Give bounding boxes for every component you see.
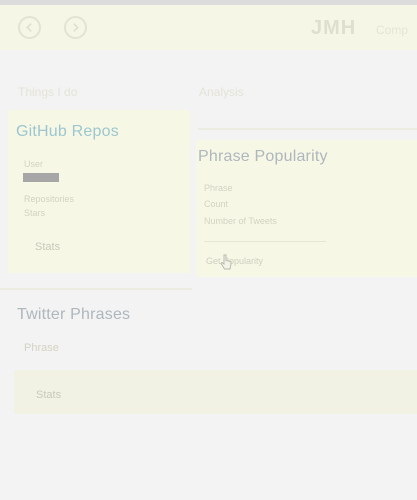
github-title: GitHub Repos bbox=[16, 123, 119, 140]
pointer-cursor-icon bbox=[218, 254, 234, 277]
github-stats-button[interactable]: Stats bbox=[35, 241, 60, 253]
get-popularity-button[interactable]: Get Popularity bbox=[206, 256, 263, 266]
count-label: Count bbox=[204, 199, 229, 209]
repositories-label: Repositories bbox=[24, 194, 75, 204]
popularity-input[interactable] bbox=[204, 235, 326, 242]
forward-button[interactable] bbox=[64, 16, 87, 39]
twitter-actions: Stats bbox=[14, 370, 417, 414]
stars-label: Stars bbox=[24, 208, 46, 218]
back-arrow-icon bbox=[26, 23, 32, 32]
twitter-stats-button[interactable]: Stats bbox=[36, 389, 61, 401]
section-label-right: Analysis bbox=[199, 85, 244, 99]
tweets-label: Number of Tweets bbox=[204, 216, 277, 226]
user-input[interactable] bbox=[23, 173, 59, 182]
left-divider bbox=[0, 288, 192, 290]
phrase-field-label: Phrase bbox=[204, 183, 233, 193]
back-button[interactable] bbox=[18, 16, 41, 39]
forward-arrow-icon bbox=[73, 23, 79, 32]
get-popularity-label: Get Popularity bbox=[206, 256, 264, 266]
phrase-label: Phrase bbox=[24, 342, 59, 354]
top-bar: JMH Comp bbox=[0, 5, 417, 50]
twitter-title: Twitter Phrases bbox=[17, 306, 131, 323]
popularity-title: Phrase Popularity bbox=[198, 148, 328, 165]
popularity-panel: Phrase Popularity Phrase Count Number of… bbox=[196, 140, 417, 277]
section-label-left: Things I do bbox=[18, 85, 78, 99]
right-divider bbox=[198, 128, 417, 130]
nav-link[interactable]: Comp bbox=[376, 23, 408, 37]
github-panel: GitHub Repos User Repositories Stars Sta… bbox=[8, 110, 190, 273]
user-label: User bbox=[24, 159, 44, 169]
site-logo[interactable]: JMH bbox=[311, 17, 356, 40]
